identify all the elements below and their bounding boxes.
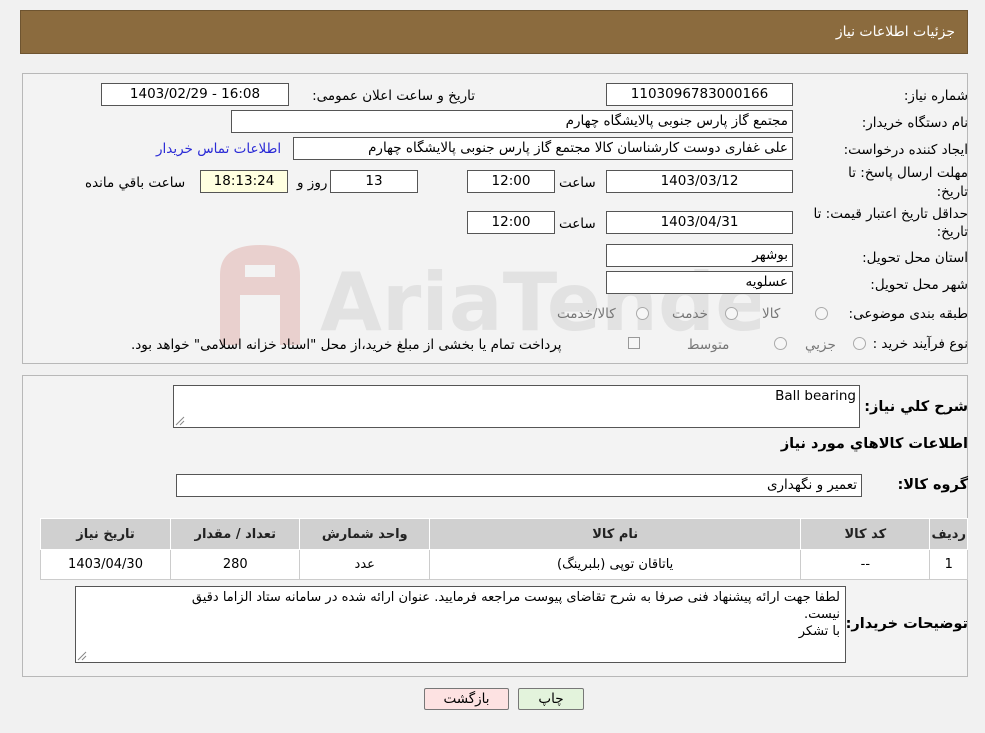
- items-heading: اطلاعات کالاهاي مورد نیاز: [780, 436, 968, 452]
- validity-time-field: 12:00: [467, 211, 555, 234]
- col-quantity: تعداد / مقدار: [170, 518, 301, 550]
- cell-date: 1403/04/30: [39, 549, 172, 580]
- cell-quantity: 280: [170, 549, 301, 580]
- validity-label-date: تاریخ:: [936, 224, 968, 240]
- buyer-org-field: مجتمع گاز پارس جنوبی پالایشگاه چهارم: [231, 110, 793, 133]
- validity-date-field: 1403/04/31: [606, 211, 793, 234]
- days-label: روز و: [297, 175, 328, 191]
- cell-unit: عدد: [299, 549, 431, 580]
- deadline-time-field: 12:00: [467, 170, 555, 193]
- category-goods-radio[interactable]: [815, 307, 828, 320]
- category-service-radio[interactable]: [725, 307, 738, 320]
- buyer-notes-line-1: لطفا جهت ارائه پیشنهاد فنی صرفا به شرح ت…: [191, 590, 840, 605]
- buyer-notes-line-2: نیست.: [803, 607, 840, 622]
- buyer-contact-link[interactable]: اطلاعات تماس خریدار: [156, 141, 281, 157]
- process-minor-radio[interactable]: [853, 337, 866, 350]
- process-minor-label: جزیي: [805, 337, 836, 353]
- creator-label: ایجاد کننده درخواست:: [843, 142, 968, 158]
- summary-field: Ball bearing: [173, 385, 860, 428]
- process-medium-label: متوسط: [687, 337, 730, 353]
- category-goods-label: کالا: [762, 306, 781, 322]
- back-button[interactable]: بازگشت: [424, 688, 509, 710]
- page-header: جزئیات اطلاعات نیاز: [20, 10, 968, 54]
- city-label: شهر محل تحویل:: [870, 277, 968, 293]
- col-row: ردیف: [929, 518, 968, 550]
- deadline-time-label: ساعت: [559, 175, 596, 191]
- cell-row: 1: [929, 549, 968, 580]
- deadline-label-date: تاریخ:: [936, 184, 968, 200]
- announce-field: 1403/02/29 - 16:08: [101, 83, 289, 106]
- category-service-label: خدمت: [672, 306, 708, 322]
- city-field: عسلویه: [606, 271, 793, 294]
- group-field: تعمیر و نگهداری: [176, 474, 862, 497]
- category-label: طبقه بندی موضوعی:: [848, 306, 968, 322]
- province-field: بوشهر: [606, 244, 793, 267]
- summary-label: شرح کلي نیاز:: [864, 399, 968, 415]
- category-goods-service-radio[interactable]: [636, 307, 649, 320]
- items-table-header: تاریخ نیاز تعداد / مقدار واحد شمارش نام …: [39, 518, 968, 550]
- payment-note: پرداخت تمام یا بخشی از مبلغ خرید،از محل …: [131, 337, 562, 353]
- treasury-payment-checkbox[interactable]: [628, 337, 640, 349]
- print-button[interactable]: چاپ: [518, 688, 584, 710]
- summary-resize-icon[interactable]: [175, 416, 185, 426]
- category-goods-service-label: کالا/خدمت: [557, 306, 616, 322]
- page-title: جزئیات اطلاعات نیاز: [835, 24, 955, 40]
- validity-label: حداقل تاریخ اعتبار قیمت: تا: [813, 206, 968, 222]
- validity-time-label: ساعت: [559, 216, 596, 232]
- notes-resize-icon[interactable]: [77, 651, 87, 661]
- buyer-notes-line-3: با تشکر: [798, 624, 840, 639]
- group-label: گروه کالا:: [897, 477, 968, 493]
- buyer-notes-field: لطفا جهت ارائه پیشنهاد فنی صرفا به شرح ت…: [75, 586, 846, 663]
- col-unit: واحد شمارش: [299, 518, 431, 550]
- remaining-time-label: ساعت باقي مانده: [85, 175, 186, 191]
- deadline-label: مهلت ارسال پاسخ: تا: [848, 165, 968, 181]
- summary-text: Ball bearing: [775, 388, 856, 404]
- need-number-field: 1103096783000166: [606, 83, 793, 106]
- buyer-org-label: نام دستگاه خریدار:: [861, 115, 968, 131]
- items-table: تاریخ نیاز تعداد / مقدار واحد شمارش نام …: [39, 518, 968, 580]
- table-row: 1403/04/30 280 عدد یاتاقان توپی (بلبرینگ…: [39, 549, 968, 580]
- col-code: کد کالا: [800, 518, 931, 550]
- creator-field: علی غفاری دوست کارشناسان کالا مجتمع گاز …: [293, 137, 793, 160]
- cell-code: --: [800, 549, 931, 580]
- deadline-date-field: 1403/03/12: [606, 170, 793, 193]
- process-medium-radio[interactable]: [774, 337, 787, 350]
- cell-name: یاتاقان توپی (بلبرینگ): [429, 549, 802, 580]
- need-number-label: شماره نیاز:: [903, 88, 968, 104]
- announce-label: تاریخ و ساعت اعلان عمومی:: [312, 88, 475, 104]
- col-date: تاریخ نیاز: [39, 518, 172, 550]
- col-name: نام کالا: [429, 518, 802, 550]
- days-remaining-field: 13: [330, 170, 418, 193]
- remaining-time-field: 18:13:24: [200, 170, 288, 193]
- province-label: استان محل تحویل:: [862, 250, 968, 266]
- buyer-notes-label: توضیحات خریدار:: [845, 616, 968, 632]
- process-label: نوع فرآیند خرید :: [872, 336, 968, 352]
